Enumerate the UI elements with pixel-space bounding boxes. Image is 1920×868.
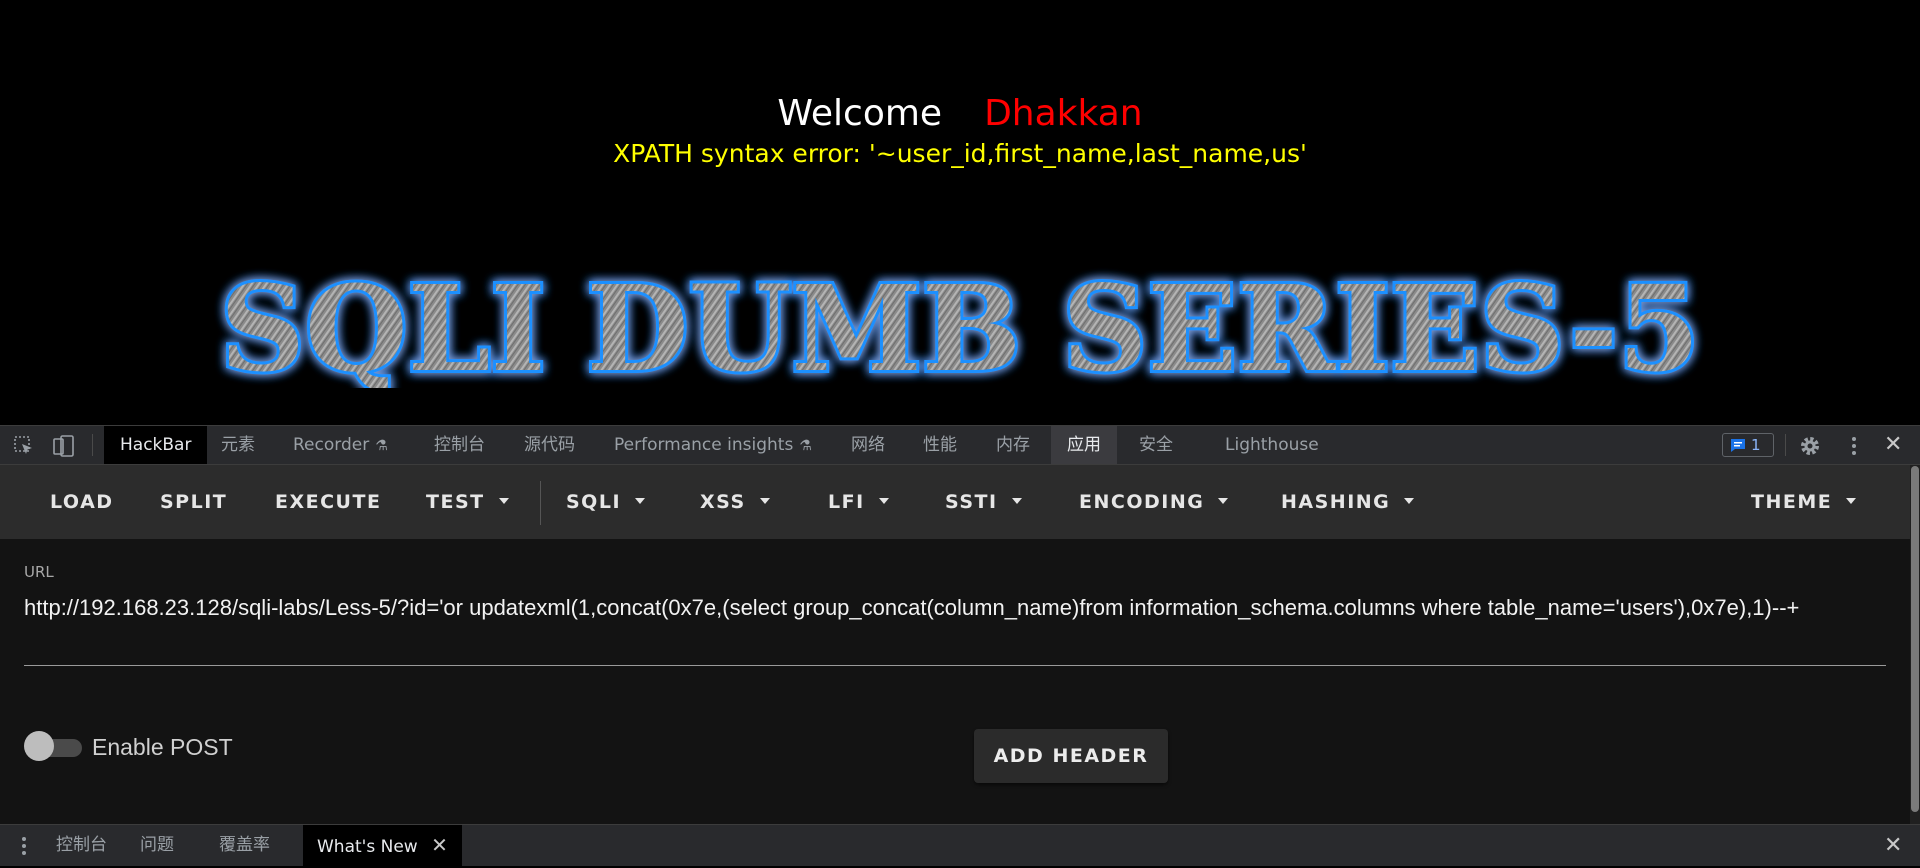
ssti-label: SSTI (945, 491, 998, 513)
lfi-label: LFI (828, 491, 865, 513)
whats-new-label: What's New (317, 837, 418, 857)
caret-down-icon (878, 497, 889, 504)
tab-lighthouse[interactable]: Lighthouse (1225, 426, 1319, 464)
ssti-dropdown[interactable]: SSTI (945, 465, 1022, 539)
split-button[interactable]: SPLIT (160, 465, 227, 539)
caret-down-icon (498, 497, 509, 504)
tab-memory[interactable]: 内存 (996, 426, 1030, 464)
tab-performance-insights[interactable]: Performance insights ⚗ (614, 426, 812, 464)
url-input-underline (24, 665, 1886, 666)
enable-post-label: Enable POST (92, 734, 233, 760)
tab-elements[interactable]: 元素 (221, 426, 255, 464)
hashing-dropdown[interactable]: HASHING (1281, 465, 1415, 539)
scrollbar-thumb[interactable] (1911, 466, 1919, 812)
drawer-tab-coverage[interactable]: 覆盖率 (219, 825, 270, 866)
issues-count: 1 (1751, 436, 1761, 454)
inspect-element-icon[interactable] (12, 434, 36, 458)
tab-sources[interactable]: 源代码 (524, 426, 575, 464)
xss-label: XSS (700, 491, 746, 513)
tab-network[interactable]: 网络 (851, 426, 885, 464)
hackbar-panel: URL http://192.168.23.128/sqli-labs/Less… (0, 539, 1910, 824)
test-dropdown[interactable]: TEST (426, 465, 509, 539)
message-icon (1731, 439, 1745, 452)
test-label: TEST (426, 491, 485, 513)
url-input[interactable]: http://192.168.23.128/sqli-labs/Less-5/?… (24, 587, 1886, 629)
issues-badge[interactable]: 1 (1722, 433, 1774, 457)
caret-down-icon (1404, 497, 1415, 504)
tab-console[interactable]: 控制台 (434, 426, 485, 464)
sqli-label: SQLI (566, 491, 622, 513)
theme-label: THEME (1751, 491, 1833, 513)
xpath-error-message: XPATH syntax error: '~user_id,first_name… (613, 139, 1307, 168)
caret-down-icon (635, 497, 646, 504)
banner-text: SQLI DUMB SERIES-5 (220, 259, 1700, 388)
close-drawer-icon[interactable]: ✕ (1884, 825, 1902, 866)
tabbar-divider (92, 434, 93, 456)
lfi-dropdown[interactable]: LFI (828, 465, 889, 539)
sqli-dumb-series-banner: SQLI DUMB SERIES-5 (217, 258, 1703, 388)
add-header-button[interactable]: ADD HEADER (974, 729, 1168, 783)
caret-down-icon (1011, 497, 1022, 504)
tab-security[interactable]: 安全 (1139, 426, 1173, 464)
theme-dropdown[interactable]: THEME (1751, 465, 1857, 539)
toolbar-divider (540, 481, 541, 525)
load-button[interactable]: LOAD (50, 465, 114, 539)
close-devtools-icon[interactable]: ✕ (1884, 426, 1902, 464)
welcome-text: Welcome (777, 93, 943, 134)
url-label: URL (24, 563, 54, 581)
execute-button[interactable]: EXECUTE (275, 465, 381, 539)
encoding-dropdown[interactable]: ENCODING (1079, 465, 1229, 539)
tab-performance-insights-label: Performance insights (614, 435, 794, 455)
drawer-tabbar: 控制台 问题 覆盖率 What's New ✕ ✕ (0, 824, 1920, 866)
page-viewport: Welcome Dhakkan XPATH syntax error: '~use… (0, 0, 1920, 425)
tab-application[interactable]: 应用 (1051, 426, 1117, 464)
experiment-flask-icon: ⚗ (375, 438, 388, 454)
caret-down-icon (1846, 497, 1857, 504)
encoding-label: ENCODING (1079, 491, 1205, 513)
toggle-knob (24, 731, 54, 761)
experiment-flask-icon: ⚗ (799, 438, 812, 454)
drawer-tab-whats-new[interactable]: What's New ✕ (303, 825, 462, 866)
more-options-icon[interactable] (1842, 434, 1866, 458)
welcome-line: Welcome Dhakkan (0, 92, 1920, 136)
hashing-label: HASHING (1281, 491, 1391, 513)
tab-recorder[interactable]: Recorder ⚗ (293, 426, 388, 464)
settings-gear-icon[interactable] (1798, 434, 1822, 458)
sqli-dropdown[interactable]: SQLI (566, 465, 646, 539)
drawer-tab-issues[interactable]: 问题 (140, 825, 174, 866)
tab-performance[interactable]: 性能 (923, 426, 957, 464)
close-tab-icon[interactable]: ✕ (431, 833, 448, 857)
drawer-menu-icon[interactable] (14, 835, 34, 857)
tab-hackbar[interactable]: HackBar (104, 426, 208, 464)
tab-recorder-label: Recorder (293, 435, 370, 455)
devtools-tabbar: HackBar 元素 Recorder ⚗ 控制台 源代码 Performance… (0, 425, 1920, 465)
device-toolbar-icon[interactable] (52, 434, 76, 458)
hackbar-toolbar: LOAD SPLIT EXECUTE TEST SQLI XSS LFI SST… (0, 465, 1910, 539)
user-name-text: Dhakkan (984, 93, 1143, 134)
xss-dropdown[interactable]: XSS (700, 465, 770, 539)
enable-post-toggle[interactable] (24, 731, 82, 761)
tabbar-divider (1785, 434, 1786, 456)
caret-down-icon (1218, 497, 1229, 504)
drawer-tab-console[interactable]: 控制台 (56, 825, 107, 866)
caret-down-icon (759, 497, 770, 504)
